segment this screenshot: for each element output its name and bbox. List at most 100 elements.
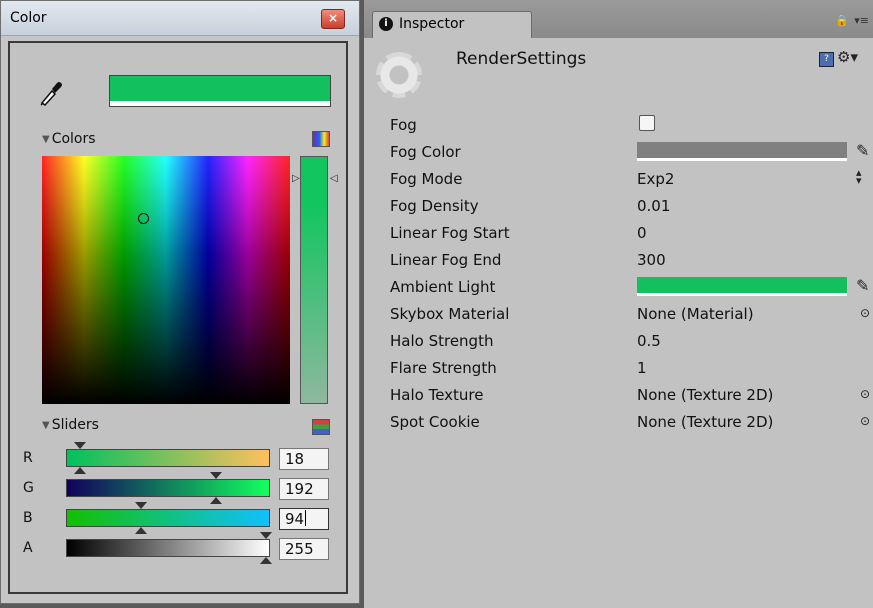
color-picker-body: ▼ Colors ▷ ◁ ▼ Sliders R 18 G 192 B 94 A… (8, 41, 348, 594)
alpha-value-field[interactable]: 255 (279, 538, 329, 560)
alpha-slider-track[interactable] (66, 539, 270, 557)
slider-row-b: B 94 (10, 502, 350, 534)
slider-mode-icon[interactable] (312, 419, 330, 435)
blue-slider-track[interactable] (66, 509, 270, 527)
inspector-panel: i Inspector 🔒 ▾≡ RenderSettings ? ⚙▾ Fog… (364, 0, 873, 608)
property-list: Fog Fog Color ✎ Fog Mode Exp2 ▴ ▾ Fog Den… (364, 112, 873, 436)
eyedropper-icon[interactable] (38, 79, 64, 107)
ambient-light-color-field[interactable] (637, 277, 847, 296)
sliders-foldout-icon: ▼ (42, 420, 50, 431)
prop-row-linear-fog-end: Linear Fog End 300 (364, 247, 873, 274)
prop-label: Ambient Light (390, 278, 496, 296)
hue-saturation-field[interactable] (42, 156, 290, 404)
current-color-swatch[interactable] (109, 75, 331, 107)
sliders-section-header[interactable]: ▼ Sliders (42, 417, 99, 433)
linear-fog-end-field[interactable]: 300 (637, 251, 666, 269)
value-vertical-slider[interactable] (300, 156, 328, 404)
slider-row-a: A 255 (10, 532, 350, 564)
red-slider-thumb[interactable] (74, 442, 86, 449)
prop-row-skybox-material: Skybox Material None (Material) ⊙ (364, 301, 873, 328)
green-value-field[interactable]: 192 (279, 478, 329, 500)
linear-fog-start-field[interactable]: 0 (637, 224, 647, 242)
color-window-titlebar[interactable]: Color × (1, 1, 359, 36)
slider-channel-label: G (23, 480, 34, 496)
prop-label: Linear Fog End (390, 251, 502, 269)
prop-row-fog-density: Fog Density 0.01 (364, 193, 873, 220)
halo-strength-field[interactable]: 0.5 (637, 332, 661, 350)
color-mode-icon[interactable] (312, 131, 330, 147)
help-icon[interactable]: ? (819, 52, 834, 67)
object-name: RenderSettings (456, 49, 587, 69)
skybox-material-field[interactable]: None (Material) (637, 305, 754, 323)
sliders-label: Sliders (51, 417, 99, 433)
tab-label: Inspector (399, 16, 465, 32)
prop-label: Linear Fog Start (390, 224, 510, 242)
slider-channel-label: A (23, 540, 33, 556)
prop-label: Fog (390, 116, 417, 134)
fog-checkbox[interactable] (639, 115, 655, 131)
prop-row-fog-mode: Fog Mode Exp2 ▴ ▾ (364, 166, 873, 193)
color-picker-window: Color × ▼ Colors ▷ ◁ ▼ Sliders R 18 G 19… (0, 0, 360, 604)
prop-label: Fog Density (390, 197, 479, 215)
dropdown-arrows-icon[interactable]: ▴ ▾ (856, 167, 862, 186)
prop-label: Skybox Material (390, 305, 510, 323)
render-settings-gear-icon (376, 52, 422, 98)
slider-channel-label: B (23, 510, 33, 526)
slider-channel-label: R (23, 450, 33, 466)
prop-row-fog-color: Fog Color ✎ (364, 139, 873, 166)
colors-foldout-icon: ▼ (42, 134, 50, 145)
green-slider-track[interactable] (66, 479, 270, 497)
alpha-slider-thumb-bottom[interactable] (260, 557, 272, 564)
blue-slider-thumb-bottom[interactable] (135, 527, 147, 534)
eyedropper-icon[interactable]: ✎ (856, 141, 869, 160)
fog-color-field[interactable] (637, 142, 847, 161)
tab-inspector[interactable]: i Inspector (372, 11, 532, 38)
value-slider-arrow-right-icon: ◁ (330, 173, 338, 184)
prop-label: Fog Color (390, 143, 461, 161)
fog-mode-dropdown[interactable]: Exp2 (637, 170, 674, 188)
red-slider-track[interactable] (66, 449, 270, 467)
halo-texture-field[interactable]: None (Texture 2D) (637, 386, 773, 404)
info-icon: i (379, 17, 393, 31)
colors-label: Colors (51, 131, 96, 147)
slider-row-g: G 192 (10, 472, 350, 504)
color-window-title: Color (10, 10, 47, 26)
prop-row-spot-cookie: Spot Cookie None (Texture 2D) ⊙ (364, 409, 873, 436)
object-picker-icon[interactable]: ⊙ (860, 306, 870, 320)
object-picker-icon[interactable]: ⊙ (860, 414, 870, 428)
prop-label: Spot Cookie (390, 413, 480, 431)
prop-row-fog: Fog (364, 112, 873, 139)
inspector-tab-strip: i Inspector 🔒 ▾≡ (364, 0, 873, 38)
prop-row-flare-strength: Flare Strength 1 (364, 355, 873, 382)
flare-strength-field[interactable]: 1 (637, 359, 647, 377)
blue-value-text: 94 (285, 510, 305, 528)
green-slider-thumb[interactable] (210, 472, 222, 479)
eyedropper-icon[interactable]: ✎ (856, 276, 869, 295)
green-slider-thumb-bottom[interactable] (210, 497, 222, 504)
close-button[interactable]: × (321, 9, 345, 29)
object-picker-icon[interactable]: ⊙ (860, 387, 870, 401)
prop-row-halo-strength: Halo Strength 0.5 (364, 328, 873, 355)
lock-icon[interactable]: 🔒 (835, 14, 849, 27)
prop-row-linear-fog-start: Linear Fog Start 0 (364, 220, 873, 247)
panel-menu-icon[interactable]: ▾≡ (854, 14, 869, 27)
text-caret (305, 510, 307, 526)
prop-label: Halo Texture (390, 386, 484, 404)
blue-value-field[interactable]: 94 (279, 508, 329, 530)
fog-density-field[interactable]: 0.01 (637, 197, 670, 215)
slider-row-r: R 18 (10, 442, 350, 474)
spot-cookie-field[interactable]: None (Texture 2D) (637, 413, 773, 431)
value-slider-arrow-left-icon: ▷ (292, 173, 300, 184)
prop-label: Halo Strength (390, 332, 494, 350)
alpha-slider-thumb[interactable] (260, 532, 272, 539)
red-slider-thumb-bottom[interactable] (74, 467, 86, 474)
prop-row-halo-texture: Halo Texture None (Texture 2D) ⊙ (364, 382, 873, 409)
colors-section-header[interactable]: ▼ Colors (42, 131, 96, 147)
prop-row-ambient-light: Ambient Light ✎ (364, 274, 873, 301)
settings-gear-icon[interactable]: ⚙▾ (837, 48, 858, 66)
blue-slider-thumb[interactable] (135, 502, 147, 509)
prop-label: Flare Strength (390, 359, 497, 377)
inspector-header: RenderSettings ? ⚙▾ (364, 38, 873, 112)
color-field-cursor[interactable] (138, 213, 149, 224)
red-value-field[interactable]: 18 (279, 448, 329, 470)
